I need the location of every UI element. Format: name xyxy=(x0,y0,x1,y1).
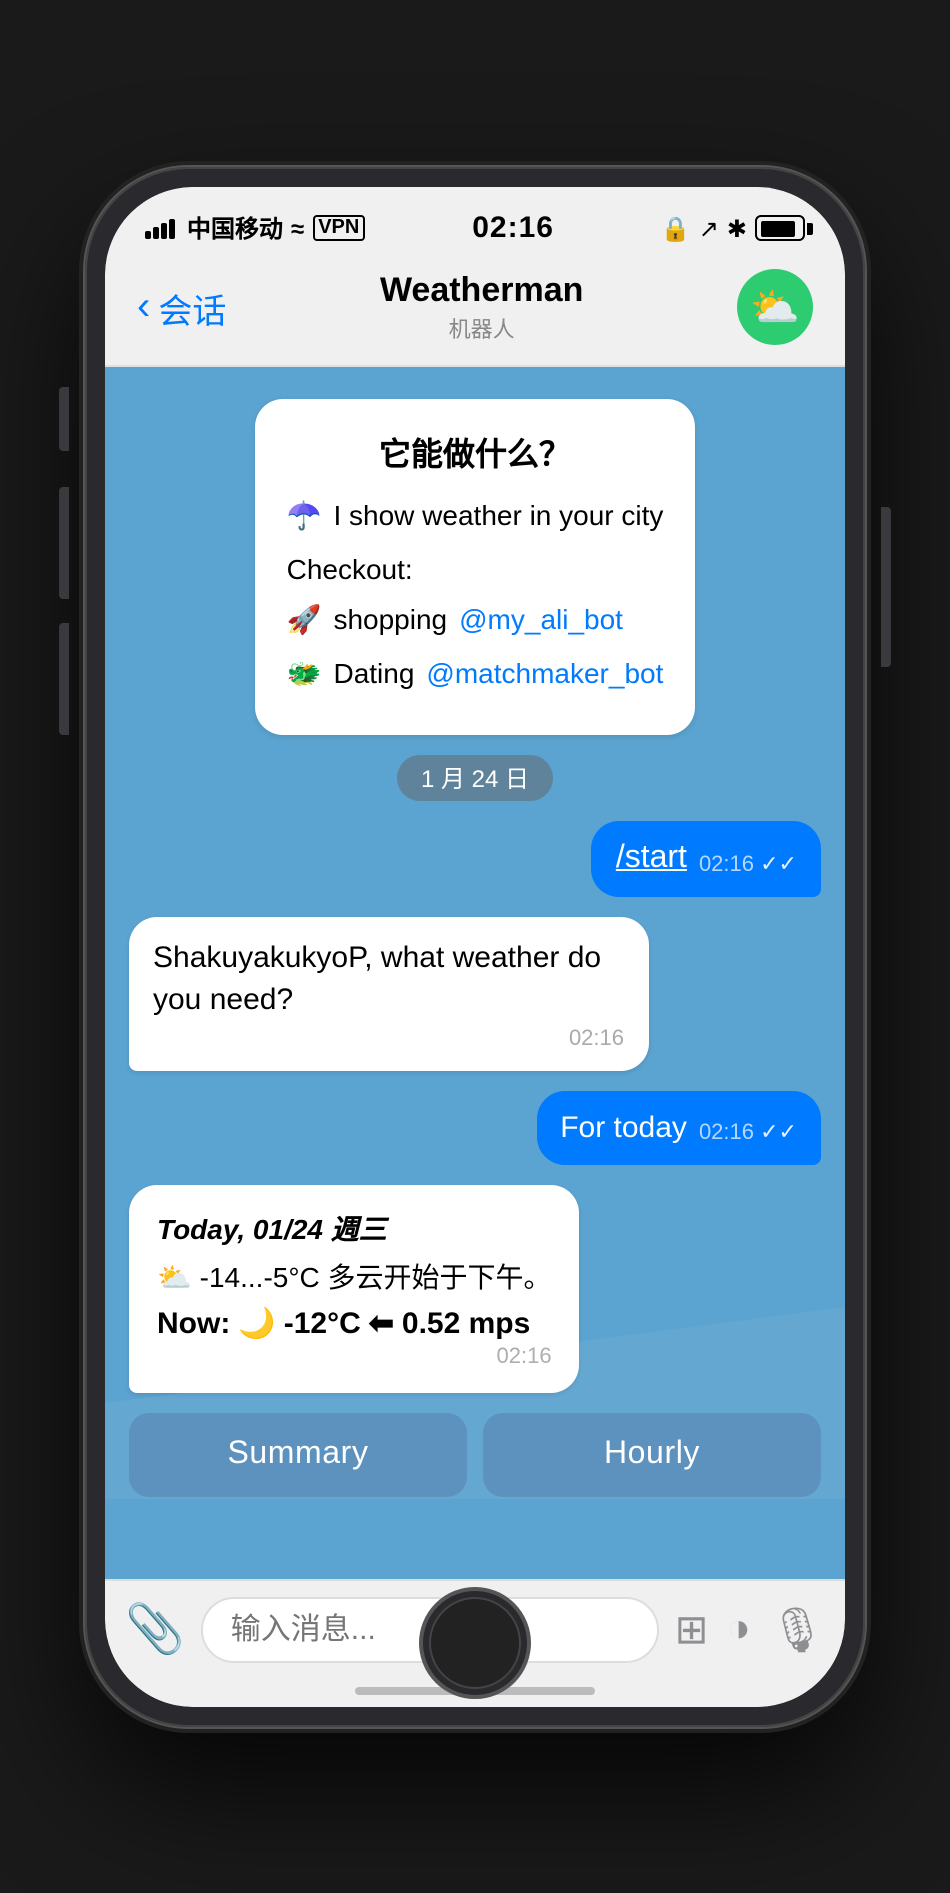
avatar-icon: ⛅ xyxy=(750,282,800,332)
bot-avatar[interactable]: ⛅ xyxy=(737,269,813,345)
chat-area[interactable]: 它能做什么？ ☂️ I show weather in your city Ch… xyxy=(105,367,845,1579)
wifi-icon: ≈ xyxy=(291,214,304,242)
dating-line: 🐲 Dating @matchmaker_bot xyxy=(287,653,664,695)
outgoing-for-today: For today 02:16 ✓✓ xyxy=(536,1091,821,1165)
volume-up-button xyxy=(59,487,69,599)
weather-now: Now: 🌙 -12°C ⬅ 0.52 mps xyxy=(157,1305,552,1341)
start-time: 02:16 ✓✓ xyxy=(699,851,797,877)
for-today-time: 02:16 ✓✓ xyxy=(699,1119,797,1145)
checkout-label: Checkout: xyxy=(287,553,413,585)
carrier-label: 中国移动 xyxy=(187,211,283,245)
check-icon2: ✓✓ xyxy=(760,1121,797,1145)
shopping-line: 🚀 shopping @my_ali_bot xyxy=(287,599,664,641)
status-time: 02:16 xyxy=(472,211,554,245)
weather-forecast: ⛅ -14...-5°C 多云开始于下午。 xyxy=(157,1257,552,1297)
bluetooth-icon: ✱ xyxy=(727,214,747,242)
welcome-line1: ☂️ I show weather in your city xyxy=(287,495,664,537)
home-button[interactable] xyxy=(419,1587,531,1699)
now-label: Now: xyxy=(157,1306,230,1340)
mute-button xyxy=(59,387,69,451)
weather-question-text: ShakuyakukyoP, what weather do you need? xyxy=(153,937,624,1021)
welcome-bubble: 它能做什么？ ☂️ I show weather in your city Ch… xyxy=(255,399,696,735)
arrow-emoji: ⬅ xyxy=(369,1305,394,1341)
check-icon: ✓✓ xyxy=(760,853,797,877)
summary-button[interactable]: Summary xyxy=(129,1413,467,1497)
status-left: 中国移动 ≈ VPN xyxy=(145,211,365,245)
dating-text: Dating xyxy=(333,653,414,695)
battery-fill xyxy=(760,220,794,236)
weather-detail-bubble: Today, 01/24 週三 ⛅ -14...-5°C 多云开始于下午。 No… xyxy=(129,1185,580,1393)
vpn-badge: VPN xyxy=(312,215,365,241)
now-temp: -12°C xyxy=(284,1306,361,1340)
moon-emoji: 🌙 xyxy=(238,1305,275,1341)
sticker-icon[interactable]: ⊞ xyxy=(675,1605,709,1655)
welcome-text1: I show weather in your city xyxy=(333,495,663,537)
dating-link[interactable]: @matchmaker_bot xyxy=(426,653,663,695)
shopping-text: shopping xyxy=(333,599,447,641)
status-right: 🔒 ↗ ✱ xyxy=(661,214,805,242)
nav-title-block: Weatherman 机器人 xyxy=(380,270,583,344)
battery-icon xyxy=(755,215,805,241)
nav-header: ‹ 会话 Weatherman 机器人 ⛅ xyxy=(105,257,845,367)
welcome-body: ☂️ I show weather in your city Checkout:… xyxy=(287,495,664,695)
date-divider: 1 月 24 日 xyxy=(129,755,821,801)
nav-title: Weatherman xyxy=(380,270,583,310)
incoming-weather-question: ShakuyakukyoP, what weather do you need?… xyxy=(129,917,648,1071)
wind-speed: 0.52 mps xyxy=(402,1306,530,1340)
screen-content: 中国移动 ≈ VPN 02:16 🔒 ↗ ✱ xyxy=(105,187,845,1707)
outgoing-start: /start 02:16 ✓✓ xyxy=(592,821,821,897)
umbrella-emoji: ☂️ xyxy=(287,495,322,537)
phone-device: 中国移动 ≈ VPN 02:16 🔒 ↗ ✱ xyxy=(85,167,865,1727)
date-pill: 1 月 24 日 xyxy=(397,755,553,801)
shopping-link[interactable]: @my_ali_bot xyxy=(459,599,623,641)
status-bar: 中国移动 ≈ VPN 02:16 🔒 ↗ ✱ xyxy=(105,187,845,257)
nav-subtitle: 机器人 xyxy=(380,312,583,344)
rocket-emoji: 🚀 xyxy=(287,599,322,641)
volume-down-button xyxy=(59,623,69,735)
attach-icon[interactable]: 📎 xyxy=(125,1601,185,1659)
chevron-left-icon: ‹ xyxy=(137,287,150,327)
back-label: 会话 xyxy=(158,282,226,332)
signal-icon xyxy=(145,218,175,238)
back-button[interactable]: ‹ 会话 xyxy=(137,282,226,332)
phone-screen: 中国移动 ≈ VPN 02:16 🔒 ↗ ✱ xyxy=(105,187,845,1707)
weather-question-time: 02:16 xyxy=(153,1027,624,1051)
weather-date: Today, 01/24 週三 xyxy=(157,1209,552,1249)
dragon-emoji: 🐲 xyxy=(287,653,322,695)
location-icon: ↗ xyxy=(699,214,719,242)
lock-icon: 🔒 xyxy=(661,214,691,242)
home-button-inner xyxy=(429,1597,521,1689)
hourly-button[interactable]: Hourly xyxy=(483,1413,821,1497)
checkout-line: Checkout: xyxy=(287,549,664,591)
for-today-text: For today xyxy=(560,1111,687,1145)
weather-time: 02:16 xyxy=(157,1345,552,1369)
welcome-title: 它能做什么？ xyxy=(287,427,664,475)
power-button xyxy=(881,507,891,667)
inline-buttons-row: Summary Hourly xyxy=(129,1413,821,1497)
mic-icon[interactable]: 🎙 xyxy=(769,1604,825,1656)
start-text: /start xyxy=(616,841,687,877)
emoji-icon[interactable]: ◑ xyxy=(724,1607,753,1653)
